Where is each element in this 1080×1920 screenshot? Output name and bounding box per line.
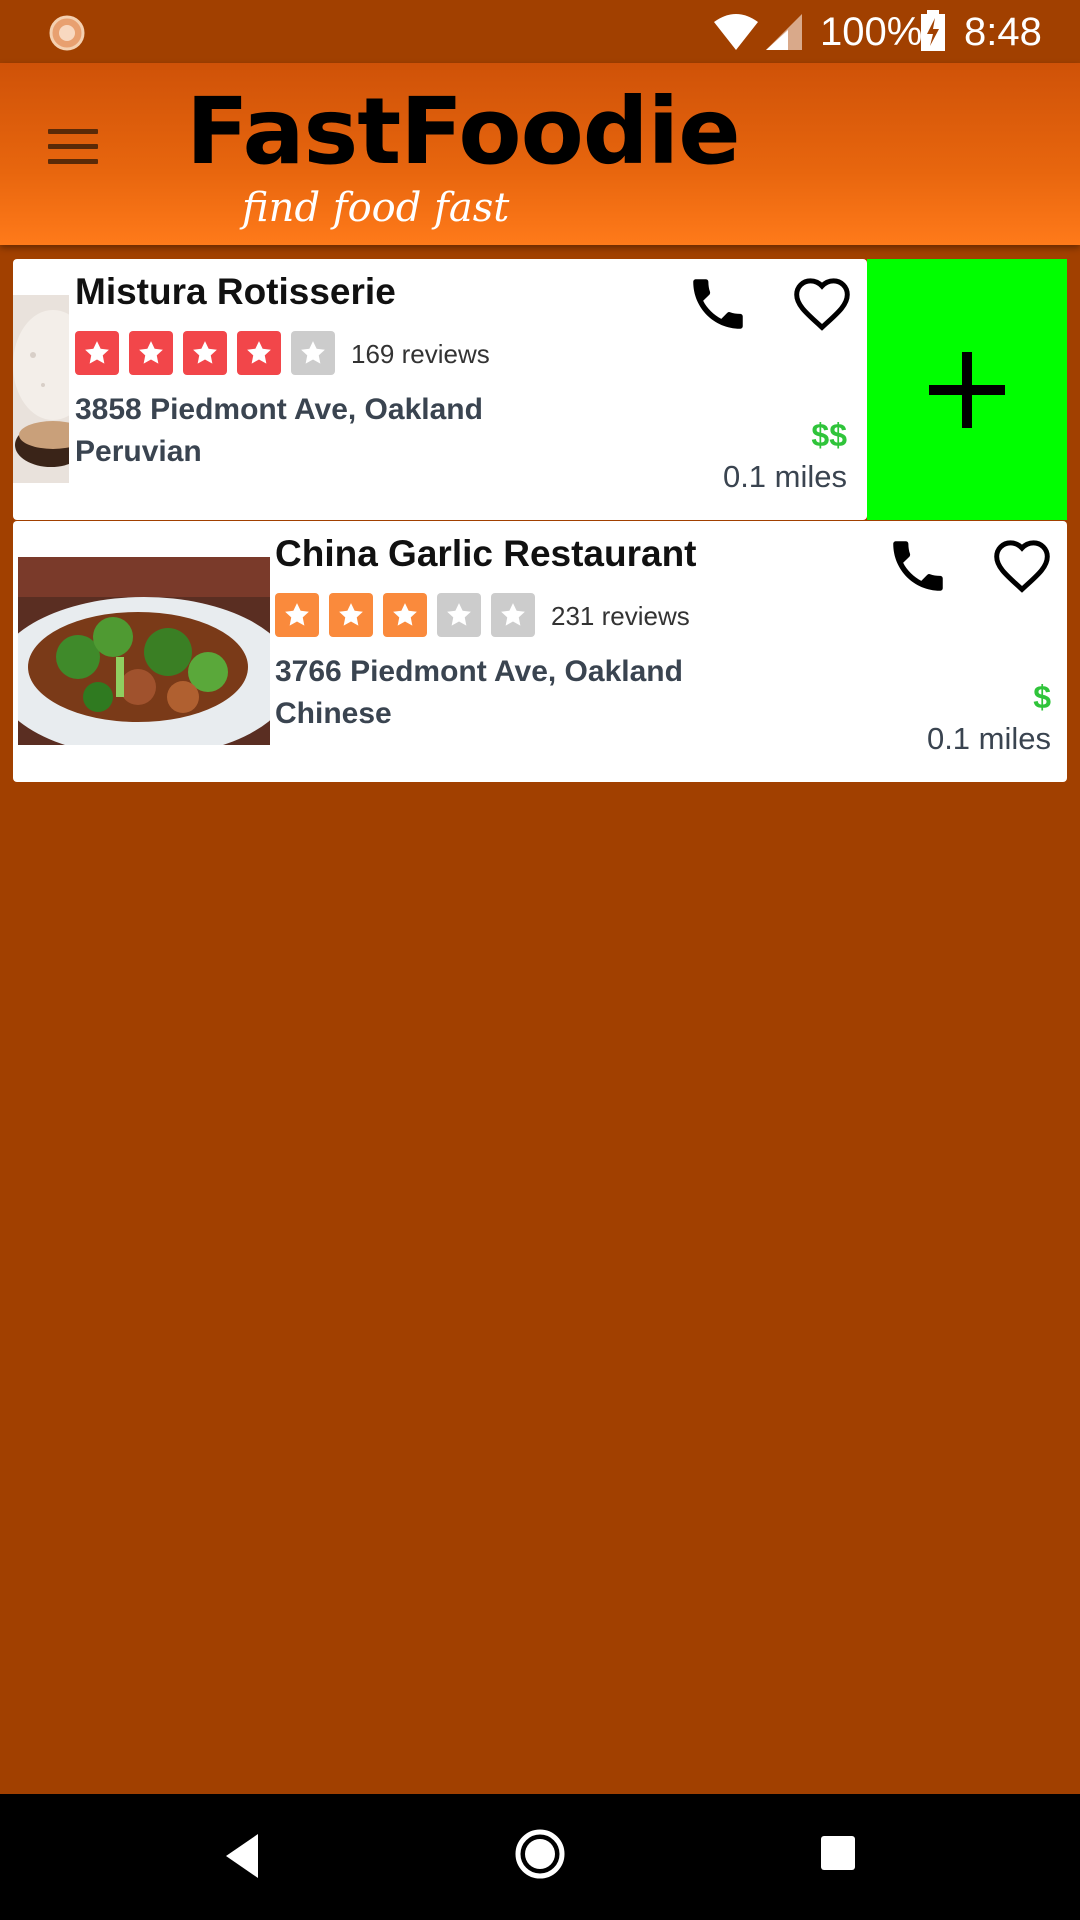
hamburger-line [48, 158, 98, 164]
restaurant-card[interactable]: China Garlic Restaurant 231 reviews 3766… [13, 521, 1067, 782]
signal-icon [766, 14, 802, 50]
restaurant-photo [13, 295, 69, 483]
wifi-icon [714, 14, 758, 50]
review-count: 231 reviews [551, 601, 690, 631]
clock: 8:48 [964, 10, 1042, 54]
distance: 0.1 miles [722, 459, 847, 494]
restaurant-name: China Garlic Restaurant [275, 533, 697, 574]
star-empty-icon [291, 331, 335, 375]
app-bar: FastFoodie find food fast [0, 63, 1080, 245]
recents-icon[interactable] [821, 1836, 855, 1870]
restaurant-photo [18, 557, 270, 745]
notification-icon [49, 15, 85, 51]
hamburger-line [48, 143, 98, 149]
logo-tagline: find food fast [242, 185, 510, 231]
restaurant-card[interactable]: Mistura Rotisserie 169 reviews 3858 Pied… [13, 259, 867, 520]
hamburger-line [48, 128, 98, 134]
restaurant-cuisine: Peruvian [75, 435, 202, 468]
star-rating [75, 331, 335, 375]
price-level: $$ [811, 417, 847, 453]
status-bar: 100% 8:48 [0, 0, 1080, 63]
favorite-heart-icon[interactable] [989, 533, 1055, 599]
phone-icon[interactable] [685, 271, 751, 337]
star-filled-icon [383, 593, 427, 637]
app-logo: FastFoodie find food fast [186, 77, 741, 237]
system-nav-bar [0, 1794, 1080, 1920]
restaurant-address: 3858 Piedmont Ave, Oakland [75, 393, 483, 426]
back-icon[interactable] [222, 1832, 262, 1880]
phone-icon[interactable] [885, 533, 951, 599]
plus-icon [929, 351, 1005, 428]
star-filled-icon [129, 331, 173, 375]
star-filled-icon [237, 331, 281, 375]
add-button[interactable] [867, 259, 1067, 520]
battery-percentage: 100% [820, 10, 923, 54]
star-empty-icon [437, 593, 481, 637]
price-level: $ [1033, 679, 1051, 715]
star-filled-icon [329, 593, 373, 637]
menu-button[interactable] [40, 113, 106, 179]
restaurant-cuisine: Chinese [275, 697, 392, 730]
restaurant-name: Mistura Rotisserie [75, 271, 396, 312]
star-rating [275, 593, 535, 637]
star-filled-icon [183, 331, 227, 375]
restaurant-address: 3766 Piedmont Ave, Oakland [275, 655, 683, 688]
logo-wordmark: FastFoodie [186, 78, 741, 185]
star-empty-icon [491, 593, 535, 637]
favorite-heart-icon[interactable] [789, 271, 855, 337]
distance: 0.1 miles [926, 721, 1051, 756]
review-count: 169 reviews [351, 339, 490, 369]
battery-charging-icon [921, 10, 945, 51]
home-icon[interactable] [514, 1828, 566, 1880]
star-filled-icon [275, 593, 319, 637]
star-filled-icon [75, 331, 119, 375]
